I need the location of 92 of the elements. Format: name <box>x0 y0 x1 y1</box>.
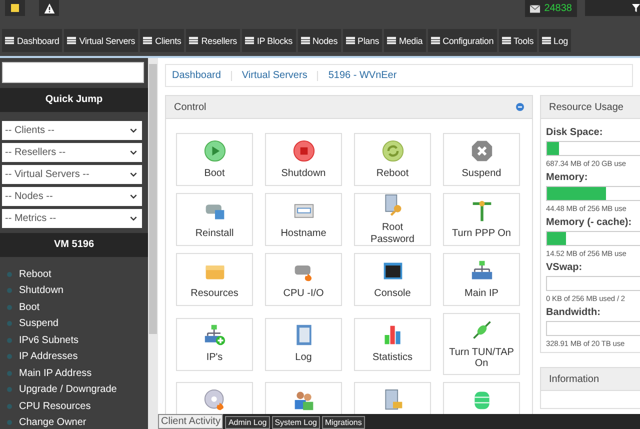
caret-icon <box>130 128 137 133</box>
list-icon <box>143 36 152 45</box>
action-tile[interactable]: Reinstall <box>176 193 253 246</box>
filter-icon[interactable] <box>632 4 640 12</box>
log-tab[interactable]: Client Activity <box>158 414 224 429</box>
list-icon <box>346 36 355 45</box>
sidebar-link[interactable]: CPU Resources <box>7 398 148 414</box>
log-tab[interactable]: Admin Log <box>225 416 270 429</box>
action-tile[interactable]: Boot <box>176 133 253 186</box>
action-tile[interactable]: Log <box>265 318 342 370</box>
action-tile[interactable]: Main IP <box>443 253 520 306</box>
nav-tab[interactable]: Virtual Servers <box>64 29 138 52</box>
sidebar-link[interactable]: Upgrade / Downgrade <box>7 382 148 398</box>
users-icon <box>292 389 314 411</box>
breadcrumb-link[interactable]: Dashboard <box>172 70 221 81</box>
play-icon <box>204 140 226 162</box>
caret-icon <box>130 172 137 177</box>
network-add-icon <box>204 324 226 346</box>
sidebar-link[interactable]: Main IP Address <box>7 365 148 382</box>
action-tile[interactable]: IP's <box>176 318 253 370</box>
vm-header: VM 5196 <box>0 233 148 257</box>
refresh-icon <box>382 140 404 162</box>
quick-jump-select[interactable]: -- Nodes -- <box>2 187 142 206</box>
meter-label: Disk Space: <box>546 127 604 138</box>
panel-title: Resource Usage <box>549 102 624 112</box>
plug-icon <box>470 318 492 340</box>
action-tile[interactable]: Turn PPP On <box>443 193 520 246</box>
warning-icon[interactable] <box>39 0 59 16</box>
sidebar-link[interactable]: IP Addresses <box>7 348 148 365</box>
quick-jump-header: Quick Jump <box>0 88 148 112</box>
nav-tab[interactable]: Dashboard <box>2 29 62 52</box>
quick-jump-select[interactable]: -- Virtual Servers -- <box>2 165 142 184</box>
nav-tab[interactable]: Nodes <box>298 29 341 52</box>
list-icon <box>542 36 551 45</box>
breadcrumb-link[interactable]: 5196 - WVnEer <box>328 70 397 81</box>
sidebar-link[interactable]: Reboot <box>7 266 148 282</box>
log-tab[interactable]: System Log <box>272 416 320 429</box>
sidebar-link[interactable]: Shutdown <box>7 282 148 299</box>
action-tile[interactable]: Shutdown <box>265 133 342 186</box>
list-icon <box>300 36 310 45</box>
caret-icon <box>130 216 137 221</box>
quick-jump-select[interactable]: -- Resellers -- <box>2 143 142 162</box>
action-tile[interactable]: Root Password <box>354 193 431 246</box>
search-field[interactable] <box>2 62 144 83</box>
caret-icon <box>130 194 137 199</box>
sidebar-link[interactable]: Change Owner <box>7 414 148 429</box>
meter-label: Bandwidth: <box>546 307 602 318</box>
mail-icon <box>530 4 540 12</box>
meter-label: Memory (- cache): <box>546 217 633 228</box>
panel-title: Information <box>549 374 600 384</box>
log-tab[interactable]: Migrations <box>322 416 365 429</box>
sidebar-link[interactable]: IPv6 Subnets <box>7 332 148 348</box>
action-tile[interactable]: Console <box>354 253 431 306</box>
sidebar-link[interactable]: Suspend <box>7 316 148 332</box>
disc-icon <box>204 389 226 411</box>
list-icon <box>5 36 14 45</box>
meter-label: Memory: <box>546 172 589 183</box>
sidebar-link[interactable]: Boot <box>7 299 148 316</box>
nav-tab[interactable]: Log <box>538 29 571 52</box>
mail-count-badge[interactable]: 24838 <box>525 0 577 17</box>
action-tile[interactable]: Statistics <box>354 318 431 370</box>
list-icon <box>430 36 440 45</box>
quick-jump-select[interactable]: -- Metrics -- <box>2 209 142 228</box>
caret-icon <box>130 150 137 155</box>
action-tile[interactable]: CPU -I/O <box>265 253 342 306</box>
list-icon <box>387 36 396 45</box>
breadcrumb-link[interactable]: Virtual Servers <box>242 70 308 81</box>
antenna-icon <box>470 200 492 222</box>
action-tile[interactable]: Hostname <box>265 193 342 246</box>
list-icon <box>502 36 510 45</box>
meter-label: VSwap: <box>546 262 584 273</box>
list-icon <box>244 36 254 45</box>
network-icon <box>470 260 492 282</box>
note-icon[interactable] <box>5 0 25 16</box>
action-tile[interactable]: Suspend <box>443 133 520 186</box>
action-tile[interactable]: Turn TUN/TAP On <box>443 313 520 375</box>
nav-tab[interactable]: Tools <box>498 29 537 52</box>
list-icon <box>67 36 76 45</box>
scrollbar[interactable] <box>148 58 158 429</box>
nav-tab[interactable]: Configuration <box>428 29 496 52</box>
nav-tab[interactable]: Resellers <box>186 29 240 52</box>
collapse-icon[interactable] <box>516 103 524 111</box>
nav-tab[interactable]: Plans <box>342 29 382 52</box>
action-tile[interactable]: Resources <box>176 253 253 306</box>
quick-jump-select[interactable]: -- Clients -- <box>2 121 142 140</box>
list-icon <box>189 36 198 45</box>
nav-tab[interactable]: Clients <box>140 29 184 52</box>
panel-title: Control <box>174 102 206 112</box>
stop-icon <box>292 140 314 162</box>
action-tile[interactable]: Reboot <box>354 133 431 186</box>
nav-tab[interactable]: Media <box>384 29 426 52</box>
nav-tab[interactable]: IP Blocks <box>242 29 296 52</box>
